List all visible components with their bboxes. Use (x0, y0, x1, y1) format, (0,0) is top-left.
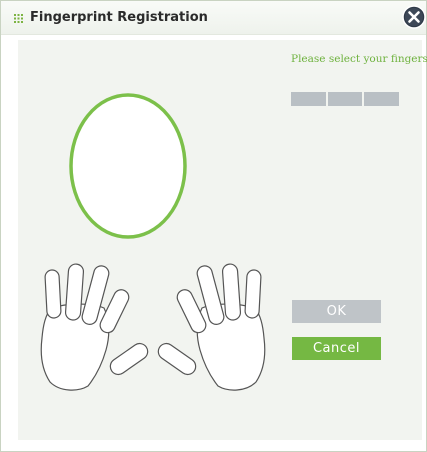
dialog-titlebar: Fingerprint Registration (1, 1, 426, 35)
right-ring-finger[interactable] (221, 263, 242, 321)
progress-segment (291, 92, 326, 106)
fingerprint-preview (69, 93, 187, 239)
close-icon[interactable] (402, 5, 426, 29)
fingerprint-registration-dialog: Fingerprint Registration Please select y… (0, 0, 427, 452)
cancel-button[interactable]: Cancel (292, 337, 381, 360)
dialog-title: Fingerprint Registration (30, 10, 208, 25)
progress-segment (364, 92, 400, 106)
select-fingers-prompt: Please select your fingers. (291, 53, 427, 65)
ok-button[interactable]: OK (292, 300, 381, 323)
dialog-content: Please select your fingers. OK Cancel (18, 40, 427, 440)
left-ring-finger[interactable] (64, 263, 85, 321)
left-thumb[interactable] (107, 340, 151, 377)
left-little-finger[interactable] (44, 269, 62, 319)
grid-dots-icon (14, 14, 23, 23)
registration-progress (291, 92, 400, 106)
right-thumb[interactable] (155, 340, 199, 377)
hands-finger-selector (40, 263, 266, 391)
right-little-finger[interactable] (244, 269, 262, 319)
progress-segment (327, 92, 363, 106)
